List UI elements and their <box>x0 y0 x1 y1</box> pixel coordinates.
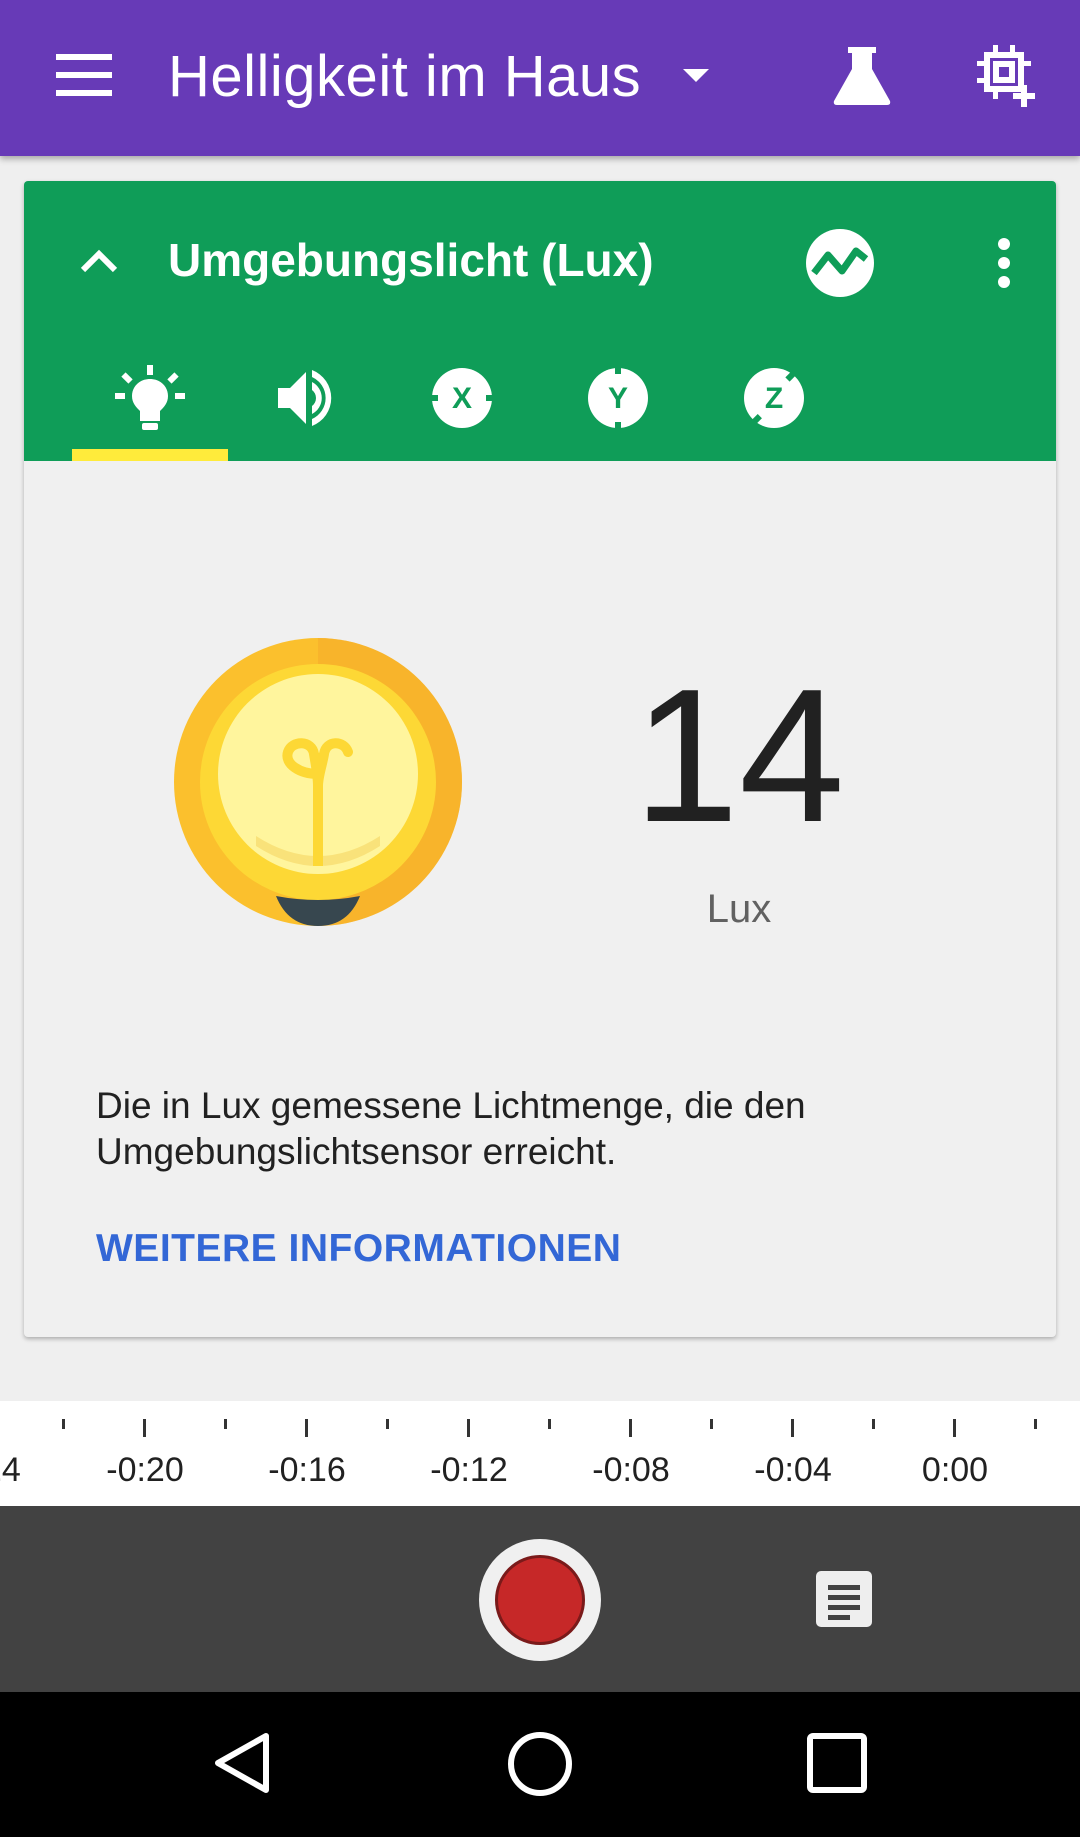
z-axis-icon: Z <box>742 366 806 435</box>
volume-icon <box>276 368 336 433</box>
svg-text:Y: Y <box>608 382 628 415</box>
timeline-label: 0:00 <box>921 1451 989 1489</box>
timeline-label: -0:04 <box>754 1451 832 1489</box>
flask-icon[interactable] <box>822 36 902 116</box>
app-bar: Helligkeit im Haus <box>0 0 1080 156</box>
timeline-tick <box>548 1419 551 1429</box>
tab-y-axis[interactable]: Y <box>540 351 696 461</box>
app-root: Helligkeit im Haus Umgebungslicht (Lux) … <box>0 0 1080 1837</box>
timeline-tick <box>872 1419 875 1429</box>
timeline-tick <box>467 1419 470 1437</box>
system-nav-bar <box>0 1692 1080 1837</box>
timeline-label: -0:08 <box>592 1451 670 1489</box>
sensor-title: Umgebungslicht (Lux) <box>168 234 654 286</box>
tab-selected-indicator <box>72 449 228 461</box>
menu-icon[interactable] <box>44 40 124 110</box>
record-button[interactable] <box>479 1539 601 1661</box>
tab-z-axis[interactable]: Z <box>696 351 852 461</box>
record-icon <box>495 1555 585 1645</box>
timeline-label: -0:12 <box>430 1451 508 1489</box>
timeline-tick <box>224 1419 227 1429</box>
tab-light-sensor[interactable] <box>72 351 228 461</box>
svg-text:X: X <box>452 382 472 415</box>
light-bulb-illustration-icon <box>172 636 464 928</box>
y-axis-icon: Y <box>586 365 650 435</box>
graph-icon[interactable] <box>804 227 876 299</box>
sensor-reading-unit: Lux <box>706 887 772 931</box>
timeline-tick <box>791 1419 794 1437</box>
recents-icon[interactable] <box>802 1728 872 1798</box>
experiment-title: Helligkeit im Haus <box>168 43 642 109</box>
timeline-label: -0:16 <box>268 1451 346 1489</box>
timeline-tick <box>953 1419 956 1437</box>
timeline-tick <box>62 1419 65 1429</box>
light-bulb-icon <box>115 364 185 436</box>
more-vert-icon[interactable] <box>968 227 1040 299</box>
tab-sound-sensor[interactable] <box>228 351 384 461</box>
record-control-bar <box>0 1506 1080 1692</box>
timeline-tick <box>305 1419 308 1437</box>
sensor-card: Umgebungslicht (Lux) X Y Z 14 Lux Die in… <box>24 181 1056 1337</box>
notes-icon[interactable] <box>814 1569 874 1629</box>
arrow-drop-down-icon <box>671 51 721 101</box>
timeline-tick <box>1034 1419 1037 1429</box>
tab-x-axis[interactable]: X <box>384 351 540 461</box>
timeline-label: -0:20 <box>106 1451 184 1489</box>
home-icon[interactable] <box>504 1728 576 1800</box>
timeline-axis[interactable]: -0:24 -0:20 -0:16 -0:12 -0:08 -0:04 0:00 <box>0 1401 1080 1506</box>
sensor-reading-value: 14 <box>633 650 845 862</box>
sensor-tabs: X Y Z <box>72 351 872 461</box>
timeline-tick <box>629 1419 632 1437</box>
timeline-tick <box>710 1419 713 1429</box>
timeline-tick <box>143 1419 146 1437</box>
timeline-label: -0:24 <box>0 1451 21 1489</box>
svg-text:Z: Z <box>765 382 783 415</box>
sensor-card-header: Umgebungslicht (Lux) X Y Z <box>24 181 1056 461</box>
sensor-description: Die in Lux gemessene Lichtmenge, die den… <box>96 1085 806 1172</box>
x-axis-icon: X <box>430 366 494 435</box>
add-sensor-icon[interactable] <box>968 36 1048 116</box>
experiment-selector[interactable]: Helligkeit im Haus <box>168 36 721 116</box>
back-icon[interactable] <box>208 1728 278 1798</box>
more-info-link[interactable]: WEITERE INFORMATIONEN <box>96 1227 621 1271</box>
timeline-tick <box>386 1419 389 1429</box>
chevron-up-icon[interactable] <box>64 226 134 296</box>
